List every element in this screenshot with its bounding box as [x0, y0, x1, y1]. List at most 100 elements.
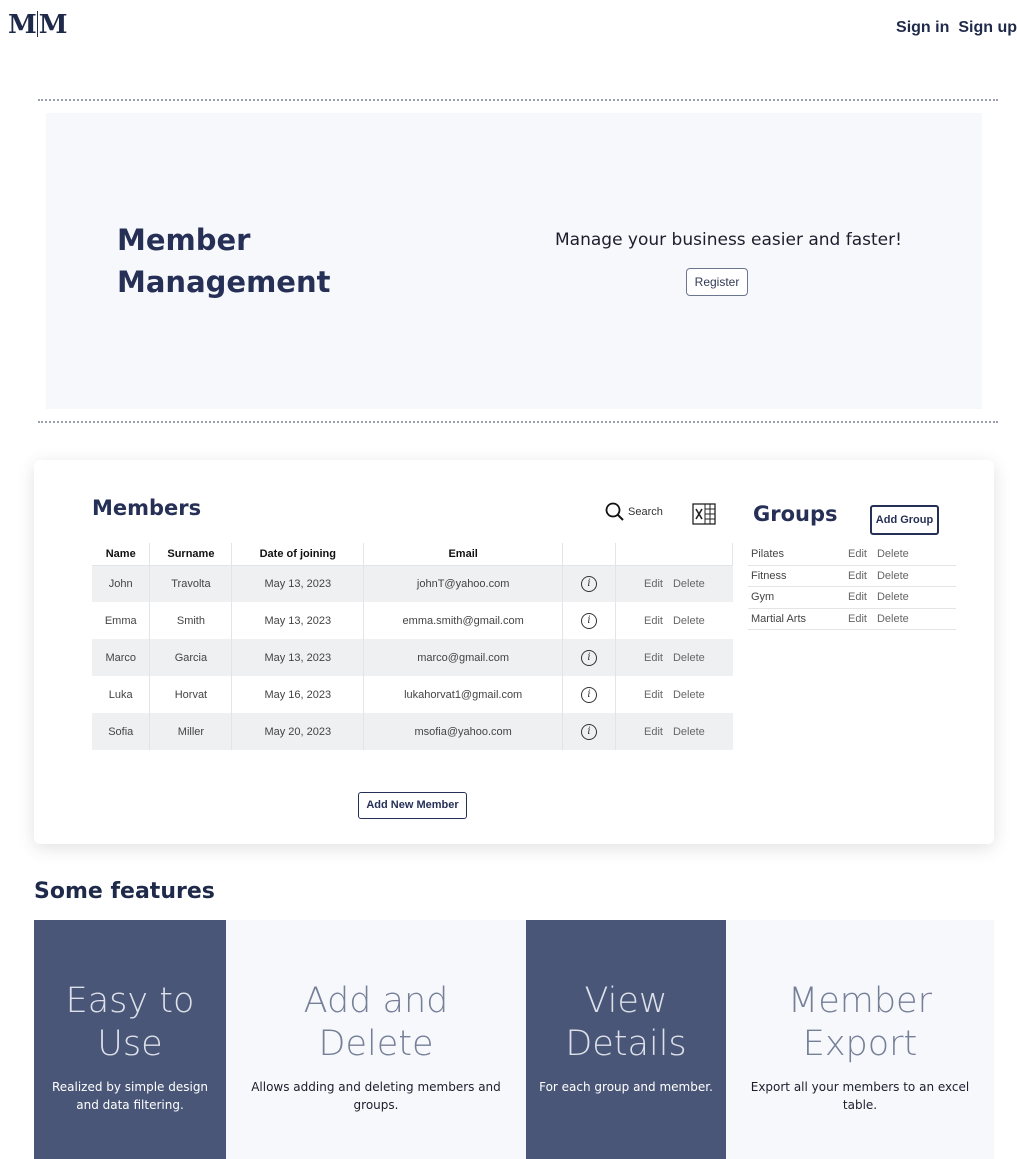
edit-link[interactable]: Edit — [644, 726, 663, 738]
groups-list: Pilates Edit Delete Fitness Edit Delete … — [748, 544, 956, 630]
cell-actions: Edit Delete — [615, 565, 733, 602]
cell-email: johnT@yahoo.com — [363, 565, 564, 602]
logo[interactable]: MM — [8, 10, 68, 40]
search-button[interactable]: Search — [604, 501, 663, 523]
col-date: Date of joining — [231, 543, 365, 566]
feature-heading-line: Add and — [303, 981, 449, 1021]
search-label: Search — [628, 506, 663, 518]
features-title: Some features — [34, 879, 215, 904]
edit-link[interactable]: Edit — [644, 615, 663, 627]
feature-heading: View Details — [526, 980, 726, 1066]
delete-link[interactable]: Delete — [673, 652, 705, 664]
group-edit-link[interactable]: Edit — [848, 591, 867, 603]
members-title: Members — [92, 496, 202, 520]
group-row: Pilates Edit Delete — [748, 544, 956, 566]
group-delete-link[interactable]: Delete — [877, 548, 909, 560]
cell-date: May 13, 2023 — [231, 639, 365, 676]
delete-link[interactable]: Delete — [673, 689, 705, 701]
feature-description: For each group and member. — [539, 1080, 713, 1094]
search-icon — [605, 502, 624, 521]
cell-actions: Edit Delete — [615, 602, 733, 639]
info-icon[interactable]: i — [581, 723, 598, 740]
cell-date: May 13, 2023 — [231, 565, 365, 602]
group-name[interactable]: Gym — [748, 591, 848, 603]
cell-date: May 20, 2023 — [231, 713, 365, 750]
members-table-header: Name Surname Date of joining Email — [92, 543, 733, 566]
info-icon[interactable]: i — [581, 612, 598, 629]
table-row: John Travolta May 13, 2023 johnT@yahoo.c… — [92, 565, 733, 602]
cell-name: Emma — [92, 602, 151, 639]
cell-surname: Miller — [149, 713, 233, 750]
group-delete-link[interactable]: Delete — [877, 613, 909, 625]
feature-heading-line: View — [584, 981, 668, 1021]
table-row: Marco Garcia May 13, 2023 marco@gmail.co… — [92, 639, 733, 676]
edit-link[interactable]: Edit — [644, 578, 663, 590]
info-icon[interactable]: i — [581, 649, 598, 666]
cell-surname: Garcia — [149, 639, 233, 676]
table-row: Luka Horvat May 16, 2023 lukahorvat1@gma… — [92, 676, 733, 713]
delete-link[interactable]: Delete — [673, 615, 705, 627]
cell-info: i — [562, 565, 616, 602]
col-name: Name — [92, 543, 151, 566]
cell-actions: Edit Delete — [615, 676, 733, 713]
group-edit-link[interactable]: Edit — [848, 613, 867, 625]
cell-email: emma.smith@gmail.com — [363, 602, 564, 639]
feature-description: Realized by simple design and data filte… — [51, 1080, 209, 1112]
excel-icon[interactable] — [692, 503, 716, 525]
add-new-member-button[interactable]: Add New Member — [358, 792, 467, 819]
delete-link[interactable]: Delete — [673, 726, 705, 738]
col-surname: Surname — [149, 543, 233, 566]
cell-info: i — [562, 676, 616, 713]
hero-tagline: Manage your business easier and faster! — [555, 230, 902, 250]
col-email: Email — [363, 543, 564, 566]
group-edit-link[interactable]: Edit — [848, 548, 867, 560]
cell-date: May 13, 2023 — [231, 602, 365, 639]
cell-name: Luka — [92, 676, 151, 713]
auth-links: Sign in Sign up — [896, 19, 1017, 37]
edit-link[interactable]: Edit — [644, 652, 663, 664]
group-row: Martial Arts Edit Delete — [748, 609, 956, 630]
col-info — [562, 543, 616, 566]
feature-heading-line: Details — [565, 1024, 687, 1064]
feature-description: Allows adding and deleting members and g… — [251, 1080, 501, 1112]
group-delete-link[interactable]: Delete — [877, 570, 909, 582]
group-row: Gym Edit Delete — [748, 587, 956, 609]
sign-in-link[interactable]: Sign in — [896, 19, 949, 37]
cell-actions: Edit Delete — [615, 713, 733, 750]
cell-surname: Smith — [149, 602, 233, 639]
logo-divider — [36, 11, 38, 37]
logo-left-letter: M — [8, 10, 37, 40]
sign-up-link[interactable]: Sign up — [958, 19, 1017, 37]
group-name[interactable]: Pilates — [748, 548, 848, 560]
cell-name: Marco — [92, 639, 151, 676]
feature-heading-line: Export — [802, 1024, 918, 1064]
cell-email: lukahorvat1@gmail.com — [363, 676, 564, 713]
edit-link[interactable]: Edit — [644, 689, 663, 701]
logo-right-letter: M — [38, 10, 68, 40]
group-name[interactable]: Fitness — [748, 570, 848, 582]
cell-name: Sofia — [92, 713, 151, 750]
group-edit-link[interactable]: Edit — [848, 570, 867, 582]
hero-title: Member Management — [117, 223, 331, 299]
delete-link[interactable]: Delete — [673, 578, 705, 590]
table-row: Sofia Miller May 20, 2023 msofia@yahoo.c… — [92, 713, 733, 750]
feature-heading-line: Easy to — [65, 981, 195, 1021]
group-delete-link[interactable]: Delete — [877, 591, 909, 603]
feature-heading-line: Use — [97, 1024, 163, 1064]
members-card: Members Search Name Surname Date of join… — [34, 460, 994, 844]
members-table: Name Surname Date of joining Email John … — [92, 543, 733, 750]
info-icon[interactable]: i — [581, 575, 598, 592]
cell-surname: Travolta — [149, 565, 233, 602]
add-group-button[interactable]: Add Group — [870, 505, 939, 535]
feature-description: Export all your members to an excel tabl… — [750, 1080, 970, 1112]
info-icon[interactable]: i — [581, 686, 598, 703]
feature-heading-line: Member — [788, 981, 932, 1021]
feature-heading: Add and Delete — [226, 980, 526, 1066]
group-name[interactable]: Martial Arts — [748, 613, 848, 625]
top-bar: MM Sign in Sign up — [0, 0, 1017, 56]
feature-heading-line: Delete — [318, 1024, 434, 1064]
feature-view-details: View Details For each group and member. — [526, 920, 726, 1159]
dotted-divider-top — [38, 99, 998, 101]
register-button[interactable]: Register — [686, 268, 748, 296]
table-row: Emma Smith May 13, 2023 emma.smith@gmail… — [92, 602, 733, 639]
